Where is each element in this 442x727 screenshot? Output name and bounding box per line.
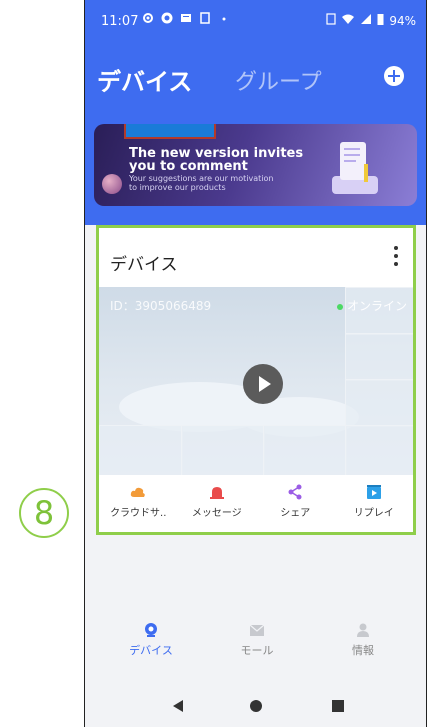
planet-icon <box>102 174 122 194</box>
battery-percent: 94% <box>389 13 416 28</box>
banner-sub-1: Your suggestions are our motivation <box>129 174 274 183</box>
online-status: オンライン <box>336 297 407 314</box>
preview-tile <box>263 425 347 475</box>
camera-icon <box>143 622 159 638</box>
clipboard-icon <box>199 12 211 24</box>
signal-icon <box>360 13 372 28</box>
bottom-tab-devices[interactable]: デバイス <box>121 622 181 658</box>
bottom-tab-mall[interactable]: モール <box>227 622 287 658</box>
preview-tile <box>345 425 413 475</box>
tab-devices[interactable]: デバイス <box>97 62 192 97</box>
preview-tile <box>181 425 265 475</box>
recent-apps-icon[interactable] <box>332 700 344 712</box>
home-icon[interactable] <box>250 700 262 712</box>
status-time: 11:07 <box>101 14 139 29</box>
bottom-tab-bar: デバイス モール 情報 <box>85 610 426 670</box>
redacted-box <box>124 124 216 139</box>
wifi-icon <box>341 13 355 28</box>
tab-groups[interactable]: グループ <box>235 64 322 96</box>
message-button[interactable]: メッセージ <box>178 478 257 532</box>
share-icon <box>287 484 303 500</box>
app-notification-icon <box>161 12 173 24</box>
device-card[interactable]: デバイス ID：3905066489 オンライン クラウドサ.. メッセージ シ… <box>96 225 416 535</box>
online-dot-icon <box>336 303 343 310</box>
back-icon[interactable] <box>173 700 183 712</box>
preview-tile <box>99 425 183 475</box>
nfc-icon <box>326 13 336 28</box>
add-device-button[interactable] <box>384 66 404 86</box>
system-nav-bar <box>85 682 426 727</box>
banner-headline-2: you to comment <box>129 159 248 174</box>
mail-icon <box>249 622 265 638</box>
status-bar: 11:07 94% <box>85 0 426 40</box>
camera-preview[interactable]: ID：3905066489 オンライン <box>99 287 413 475</box>
replay-button[interactable]: リプレイ <box>335 478 414 532</box>
cloud-icon <box>130 484 146 500</box>
gear-icon <box>142 12 154 24</box>
preview-tile <box>345 379 413 427</box>
banner-sub-2: to improve our products <box>129 183 226 192</box>
cloud-service-button[interactable]: クラウドサ.. <box>99 478 178 532</box>
device-id: ID：3905066489 <box>110 299 212 313</box>
person-icon <box>355 622 371 638</box>
promo-banner[interactable]: The new version invites you to comment Y… <box>94 124 417 206</box>
preview-tile <box>345 333 413 381</box>
play-button[interactable] <box>243 364 283 404</box>
more-options-icon[interactable] <box>393 244 399 270</box>
annotation-number-badge: 8 <box>19 488 69 538</box>
device-actions: クラウドサ.. メッセージ シェア リプレイ <box>99 478 413 532</box>
device-card-title: デバイス <box>110 255 178 275</box>
share-button[interactable]: シェア <box>256 478 335 532</box>
siren-icon <box>209 484 225 500</box>
dot-icon <box>218 12 230 24</box>
battery-icon <box>377 13 384 28</box>
header: 11:07 94% デバイス グループ The new version invi… <box>85 0 426 225</box>
document-illustration-icon <box>324 136 382 200</box>
message-icon <box>180 12 192 24</box>
phone-screen: 11:07 94% デバイス グループ The new version invi… <box>84 0 427 727</box>
replay-icon <box>366 484 382 500</box>
bottom-tab-info[interactable]: 情報 <box>333 622 393 658</box>
